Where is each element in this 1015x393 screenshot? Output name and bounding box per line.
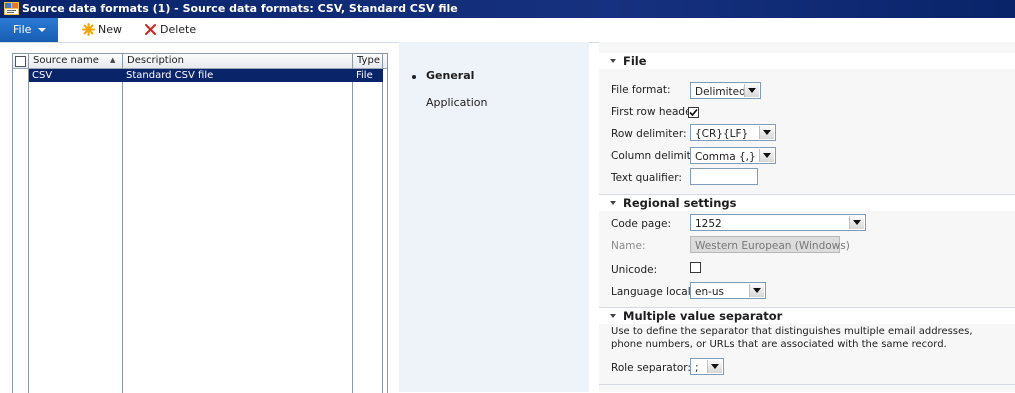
language-locale-label: Language locale: bbox=[611, 286, 701, 298]
row-delimiter-value: {CR}{LF} bbox=[695, 128, 749, 140]
collapse-triangle-icon bbox=[610, 59, 616, 63]
table-row[interactable]: CSV Standard CSV file File bbox=[29, 69, 383, 82]
column-header-label: Source name bbox=[33, 55, 99, 66]
selected-bullet-icon bbox=[412, 75, 416, 79]
delete-x-icon bbox=[145, 24, 156, 35]
new-star-icon bbox=[82, 23, 95, 36]
code-page-label: Code page: bbox=[611, 218, 671, 230]
column-header-label: Type bbox=[357, 55, 380, 66]
chevron-down-icon[interactable] bbox=[849, 216, 864, 229]
separator-description: Use to define the separator that disting… bbox=[611, 326, 973, 350]
column-delimiter-value: Comma {,} bbox=[695, 151, 756, 163]
new-button[interactable]: New bbox=[82, 18, 130, 42]
section-divider bbox=[599, 384, 1015, 385]
column-header-label: Description bbox=[127, 55, 184, 66]
window-title-bar: Source data formats (1) - Source data fo… bbox=[0, 0, 1015, 18]
file-menu-button[interactable]: File bbox=[0, 18, 58, 42]
role-separator-value: ; bbox=[695, 362, 699, 374]
name-field: Western European (Windows) bbox=[690, 236, 850, 253]
column-divider bbox=[382, 54, 383, 393]
unicode-label: Unicode: bbox=[611, 264, 658, 276]
select-all-checkbox[interactable] bbox=[15, 56, 26, 67]
new-label: New bbox=[98, 23, 122, 36]
fasttab-navigation: General Application bbox=[399, 42, 589, 392]
chevron-down-icon bbox=[38, 28, 46, 32]
select-all-header[interactable] bbox=[13, 54, 28, 69]
role-separator-label: Role separator: bbox=[611, 362, 691, 374]
checkmark-icon bbox=[689, 108, 698, 117]
file-format-value: Delimited bbox=[695, 86, 746, 98]
cell-type: File bbox=[356, 70, 373, 81]
nav-item-general[interactable]: General bbox=[426, 69, 474, 82]
chevron-down-icon[interactable] bbox=[759, 149, 774, 162]
file-format-label: File format: bbox=[611, 84, 671, 96]
language-locale-value: en-us bbox=[695, 286, 725, 298]
first-row-header-label: First row header: bbox=[611, 106, 700, 118]
cell-description: Standard CSV file bbox=[126, 70, 214, 81]
section-title: File bbox=[623, 54, 647, 68]
sort-ascending-icon: ▲ bbox=[110, 56, 116, 64]
file-format-select[interactable]: Delimited bbox=[690, 82, 761, 99]
chevron-down-icon[interactable] bbox=[759, 126, 774, 139]
row-delimiter-select[interactable]: {CR}{LF} bbox=[690, 124, 776, 141]
section-title: Multiple value separator bbox=[623, 309, 783, 323]
row-delimiter-label: Row delimiter: bbox=[611, 128, 687, 140]
column-divider bbox=[28, 54, 29, 393]
action-pane: File New Delete bbox=[0, 18, 1015, 43]
cell-source-name: CSV bbox=[32, 70, 53, 81]
source-formats-grid: Source name ▲ Description Type CSV Stand… bbox=[12, 53, 388, 393]
collapse-triangle-icon bbox=[610, 314, 616, 318]
text-qualifier-label: Text qualifier: bbox=[611, 172, 682, 184]
column-header-description[interactable]: Description bbox=[123, 54, 352, 69]
name-value: Western European (Windows) bbox=[695, 240, 850, 252]
section-header-file[interactable]: File bbox=[599, 53, 1015, 69]
first-row-header-checkbox[interactable] bbox=[688, 107, 699, 118]
column-delimiter-select[interactable]: Comma {,} bbox=[690, 147, 776, 164]
collapse-triangle-icon bbox=[610, 201, 616, 205]
app-window-icon bbox=[4, 2, 19, 15]
window-title: Source data formats (1) - Source data fo… bbox=[22, 2, 458, 15]
file-menu-label: File bbox=[13, 23, 32, 36]
code-page-value: 1252 bbox=[695, 218, 722, 230]
column-divider bbox=[122, 54, 123, 393]
delete-label: Delete bbox=[160, 23, 197, 36]
code-page-select[interactable]: 1252 bbox=[690, 214, 866, 231]
nav-item-application[interactable]: Application bbox=[426, 96, 487, 109]
chevron-down-icon[interactable] bbox=[707, 360, 722, 373]
column-divider bbox=[352, 54, 353, 393]
section-header-regional-settings[interactable]: Regional settings bbox=[599, 194, 1015, 211]
language-locale-select[interactable]: en-us bbox=[690, 282, 766, 299]
section-title: Regional settings bbox=[623, 196, 737, 210]
column-header-source-name[interactable]: Source name ▲ bbox=[29, 54, 122, 69]
chevron-down-icon[interactable] bbox=[744, 84, 759, 97]
chevron-down-icon[interactable] bbox=[749, 284, 764, 297]
unicode-checkbox[interactable] bbox=[690, 262, 701, 273]
section-header-multiple-value-separator[interactable]: Multiple value separator bbox=[599, 307, 1015, 324]
delete-button[interactable]: Delete bbox=[144, 18, 200, 42]
role-separator-select[interactable]: ; bbox=[690, 358, 724, 375]
text-qualifier-input[interactable] bbox=[690, 168, 758, 185]
name-label: Name: bbox=[611, 240, 646, 252]
